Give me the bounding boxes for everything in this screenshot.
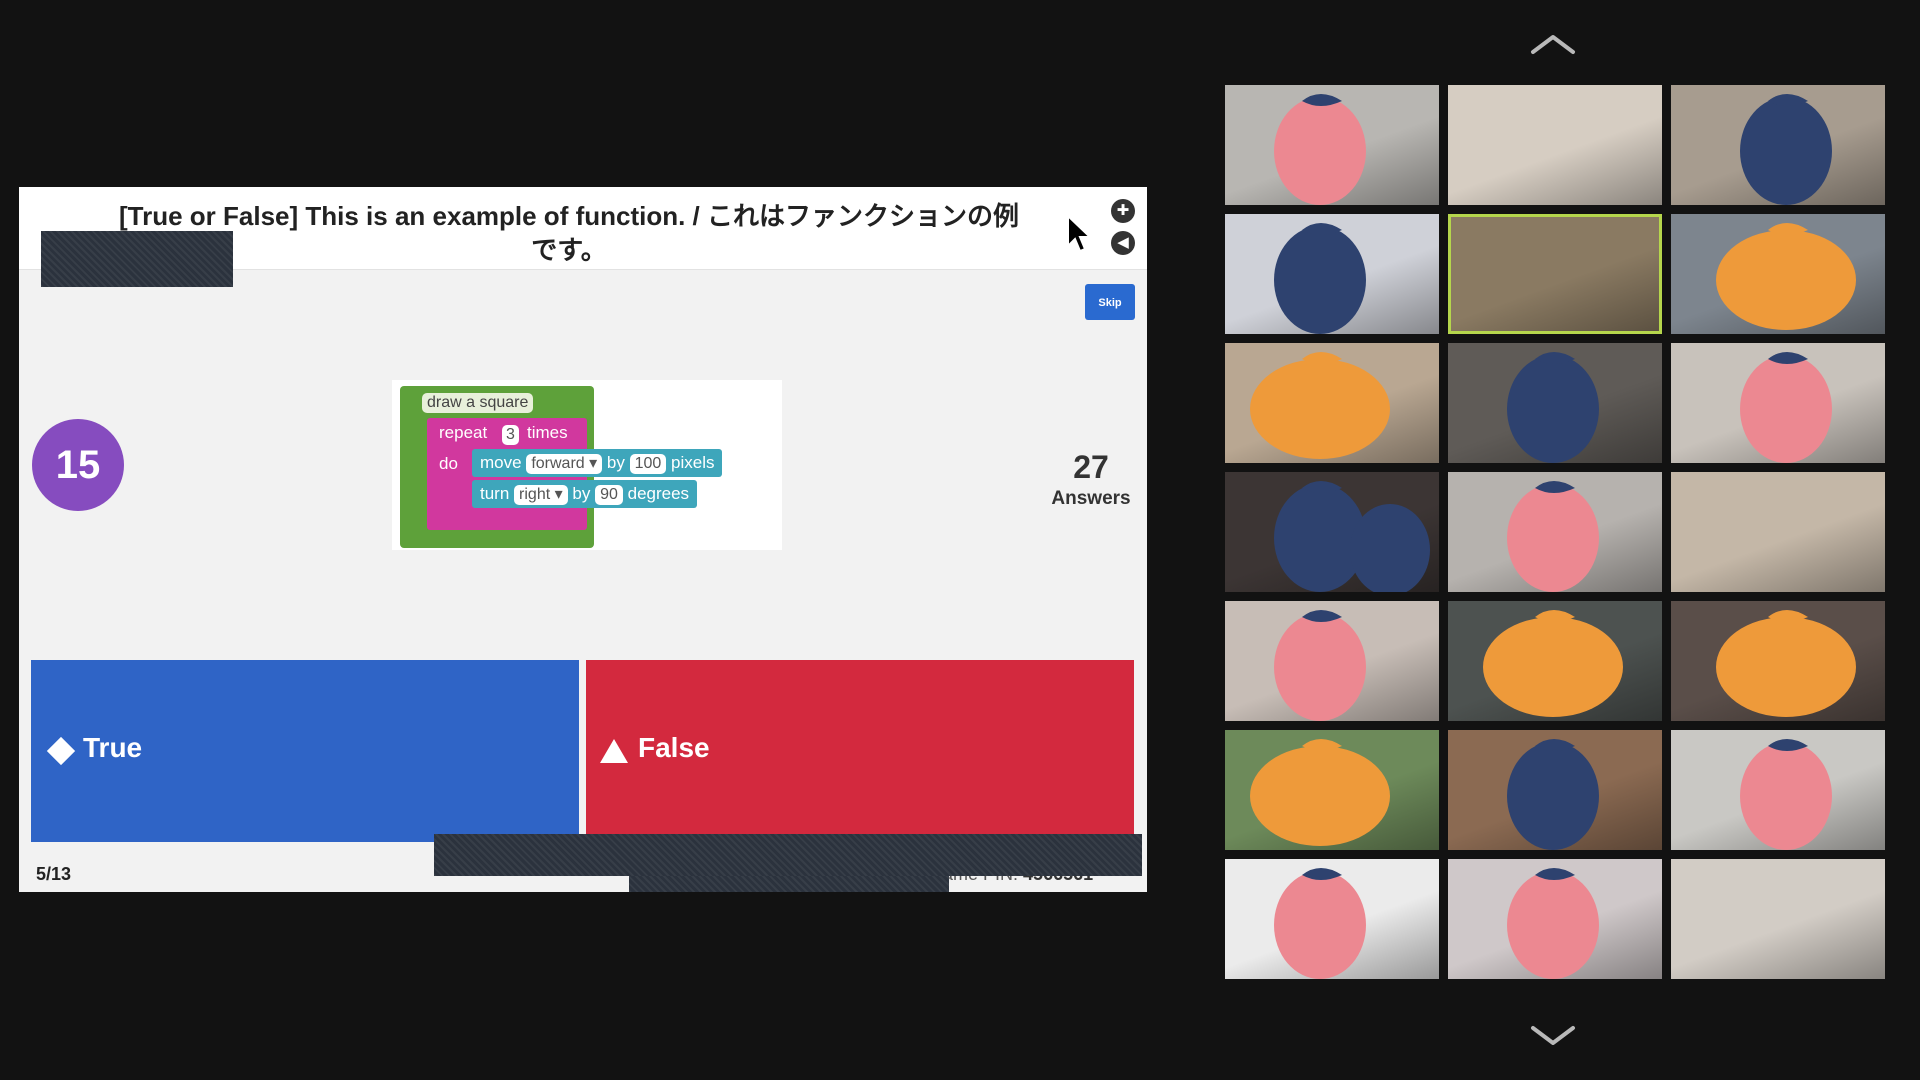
participant-video-tile[interactable]	[1225, 343, 1439, 463]
participant-video-tile[interactable]	[1448, 85, 1662, 205]
by-word: by	[572, 484, 591, 503]
answer-false-button[interactable]: False	[586, 660, 1134, 842]
participant-video-tile[interactable]	[1225, 601, 1439, 721]
strawberry-cover-icon	[1507, 868, 1599, 979]
code-blocks-image: draw a square repeat 3 times do move for…	[392, 380, 782, 550]
participant-video-tile[interactable]	[1225, 85, 1439, 205]
move-direction: forward ▾	[526, 454, 603, 474]
answer-false-label: False	[638, 732, 710, 763]
move-amount: 100	[629, 454, 667, 474]
strawberry-cover-icon	[1274, 610, 1366, 721]
answers-label: Answers	[1051, 488, 1131, 509]
question-text: [True or False] This is an example of fu…	[99, 199, 1039, 267]
participant-video-tile[interactable]	[1225, 859, 1439, 979]
degrees-word: degrees	[627, 484, 690, 503]
strawberry-cover-icon	[1274, 868, 1366, 979]
participant-video-tile[interactable]	[1448, 214, 1662, 334]
triangle-icon	[600, 735, 628, 763]
fruit-cover-icon	[1274, 481, 1430, 592]
strawberry-cover-icon	[1274, 94, 1366, 205]
answers-count: 27	[1073, 449, 1109, 485]
fullscreen-icon[interactable]: ✚	[1111, 199, 1135, 223]
mouse-cursor-icon	[1067, 214, 1092, 253]
pixels-word: pixels	[671, 453, 715, 472]
question-line-1: [True or False] This is an example of fu…	[119, 201, 1019, 231]
redacted-area	[434, 834, 1142, 876]
participant-video-tile[interactable]	[1448, 601, 1662, 721]
fruit-cover-icon	[1740, 94, 1832, 205]
orange-cover-icon	[1250, 739, 1390, 846]
fruit-cover-icon	[1274, 223, 1366, 334]
fruit-cover-icon	[1507, 739, 1599, 850]
move-word: move	[480, 453, 522, 472]
repeat-count: 3	[502, 425, 519, 445]
participant-video-tile[interactable]	[1225, 214, 1439, 334]
question-line-2: です。	[531, 235, 607, 265]
shared-screen: [True or False] This is an example of fu…	[19, 187, 1147, 892]
answer-true-button[interactable]: True	[31, 660, 579, 842]
participant-video-tile[interactable]	[1671, 472, 1885, 592]
by-word: by	[606, 453, 625, 472]
orange-cover-icon	[1483, 610, 1623, 717]
participant-video-tile[interactable]	[1225, 730, 1439, 850]
strawberry-cover-icon	[1740, 352, 1832, 463]
turn-direction: right ▾	[514, 485, 568, 505]
orange-cover-icon	[1716, 223, 1856, 330]
turn-amount: 90	[595, 485, 623, 505]
participant-video-tile[interactable]	[1448, 343, 1662, 463]
times-word: times	[527, 423, 568, 442]
redacted-area	[629, 876, 949, 892]
fruit-cover-icon	[1507, 352, 1599, 463]
participant-video-tile[interactable]	[1448, 730, 1662, 850]
strawberry-cover-icon	[1740, 739, 1832, 850]
countdown-timer: 15	[32, 419, 124, 511]
chevron-down-icon[interactable]	[1530, 1024, 1576, 1048]
participant-video-tile[interactable]	[1448, 859, 1662, 979]
volume-icon[interactable]: ◀	[1111, 231, 1135, 255]
participant-video-tile[interactable]	[1448, 472, 1662, 592]
chevron-up-icon[interactable]	[1530, 32, 1576, 56]
participant-video-tile[interactable]	[1671, 730, 1885, 850]
move-block: move forward ▾ by 100 pixels	[472, 449, 723, 477]
participant-video-tile[interactable]	[1671, 859, 1885, 979]
repeat-word: repeat	[439, 423, 488, 442]
answer-true-label: True	[83, 732, 143, 763]
orange-cover-icon	[1716, 610, 1856, 717]
define-label: draw a square	[422, 393, 534, 413]
question-progress: 5/13	[36, 864, 72, 884]
participant-video-tile[interactable]	[1671, 214, 1885, 334]
diamond-icon	[45, 735, 77, 767]
participant-video-tile[interactable]	[1671, 343, 1885, 463]
strawberry-cover-icon	[1507, 481, 1599, 592]
do-word: do	[439, 454, 458, 473]
turn-word: turn	[480, 484, 510, 503]
redacted-area	[41, 231, 233, 287]
participant-video-tile[interactable]	[1671, 85, 1885, 205]
skip-button[interactable]: Skip	[1085, 284, 1135, 320]
participant-video-tile[interactable]	[1671, 601, 1885, 721]
answer-counter: 27 Answers	[1039, 449, 1143, 510]
orange-cover-icon	[1250, 352, 1390, 459]
turn-block: turn right ▾ by 90 degrees	[472, 480, 698, 508]
participant-video-tile[interactable]	[1225, 472, 1439, 592]
